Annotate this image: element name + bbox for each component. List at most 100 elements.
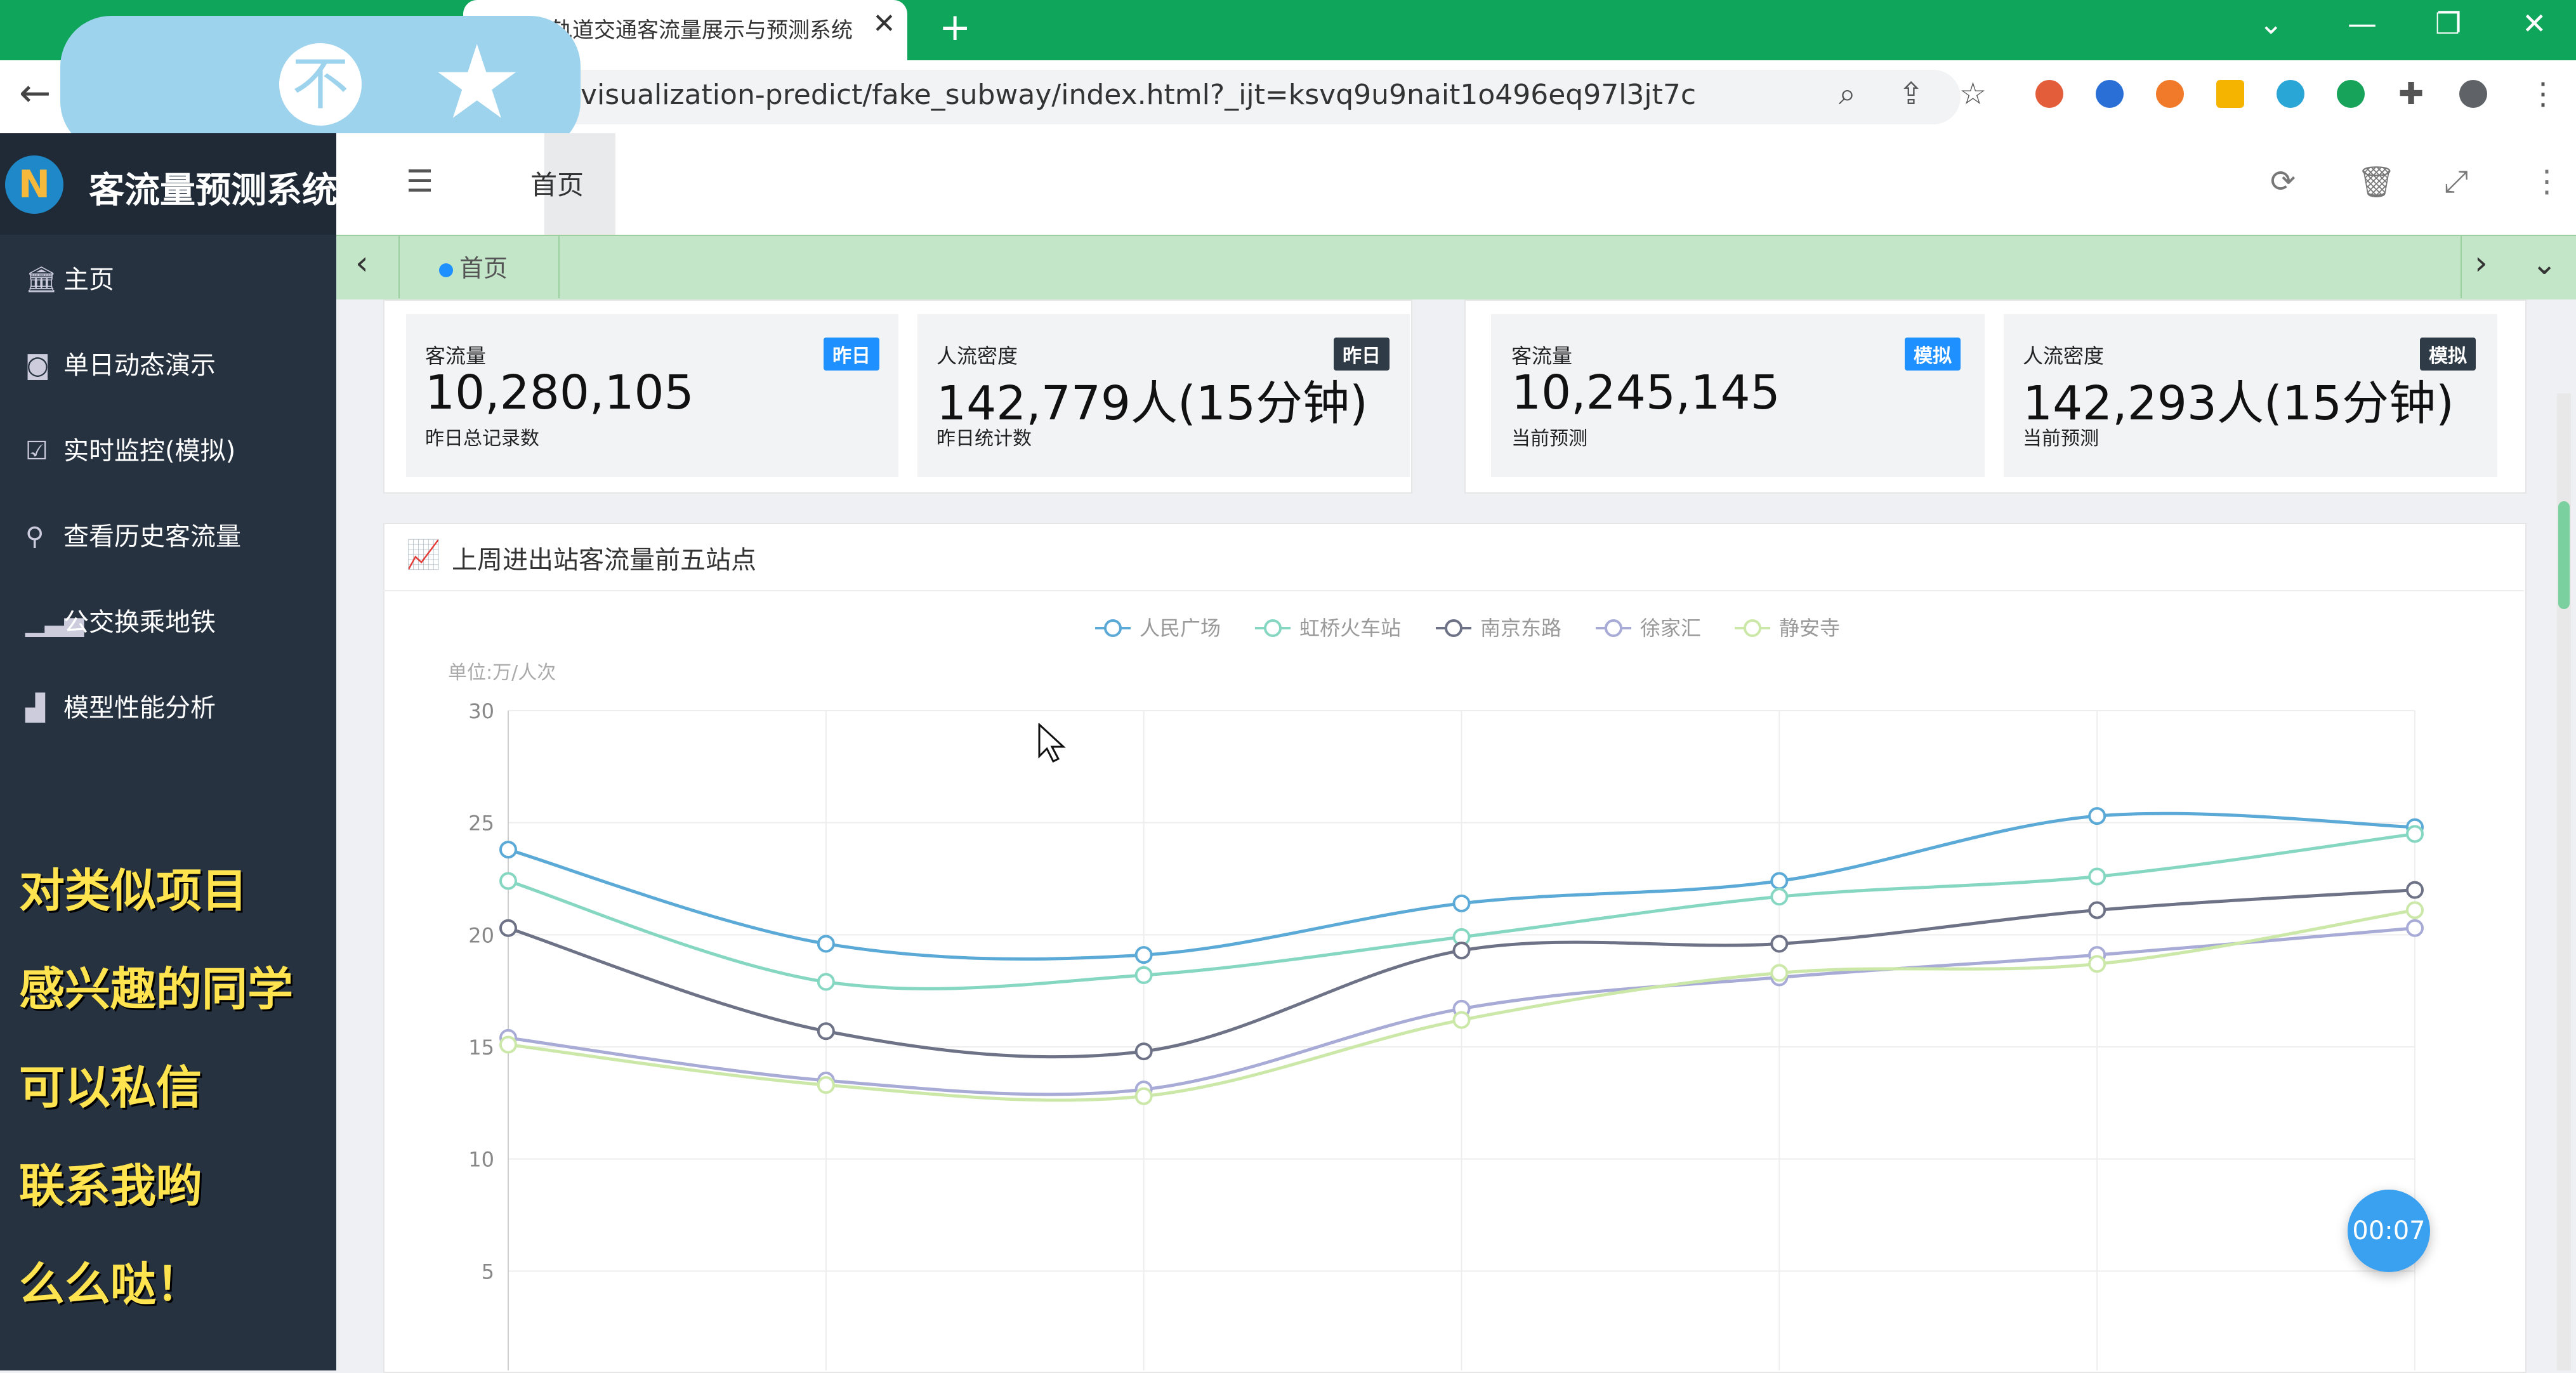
tab-search-icon[interactable]: ⌄ (2259, 6, 2284, 41)
search-icon: ⚲ (25, 522, 44, 551)
new-tab-icon[interactable]: + (939, 5, 971, 49)
data-point (1770, 888, 1789, 906)
bar-chart-icon: ▟ (25, 693, 45, 723)
extension-icon[interactable] (2277, 80, 2304, 108)
minimize-icon[interactable]: — (2348, 6, 2377, 41)
promo-line: 可以私信 (19, 1061, 202, 1114)
stat-card-sub: 昨日统计数 (936, 428, 1032, 450)
overlay-circle-icon[interactable]: 不 (279, 43, 362, 126)
data-point (499, 919, 517, 937)
data-point (1134, 946, 1153, 964)
fullscreen-icon[interactable]: ⤢ (2444, 164, 2468, 200)
data-point (2088, 955, 2106, 973)
sidebar-item-daily-demo[interactable]: ◙ 单日动态演示 (25, 345, 216, 381)
timer-badge[interactable]: 00:07 (2348, 1190, 2430, 1272)
y-axis-label: 单位:万/人次 (448, 662, 556, 684)
sidebar-item-bus-transfer[interactable]: ▁▃▅公交换乘地铁 (25, 601, 216, 638)
data-point (2088, 867, 2106, 886)
more-vertical-icon[interactable]: ⋮ (2532, 164, 2562, 199)
refresh-icon[interactable]: ⟳ (2270, 164, 2296, 199)
scroll-thumb[interactable] (2558, 501, 2570, 609)
header-tab-home-label: 首页 (530, 169, 584, 200)
robot-icon: ◙ (25, 351, 50, 380)
stat-card-value: 10,280,105 (425, 365, 694, 420)
checklist-icon: ☑ (25, 437, 48, 466)
tag-prev-icon[interactable]: ‹ (355, 244, 369, 282)
active-dot-icon (439, 263, 453, 277)
data-point (1134, 966, 1153, 984)
stat-badge: 昨日 (824, 338, 879, 371)
logo-icon: N (5, 155, 63, 214)
promo-line: 感兴趣的同学 (19, 962, 294, 1016)
url-text: visualization-predict/fake_subway/index.… (581, 79, 1697, 111)
mouse-cursor-icon (1038, 723, 1066, 763)
zoom-icon[interactable]: ⌕ (1839, 76, 1856, 112)
bookmark-star-icon[interactable]: ☆ (1959, 76, 1987, 112)
y-tick-label: 5 (482, 1259, 494, 1284)
legend-swatch-marker (1445, 619, 1462, 637)
data-point (2088, 901, 2106, 919)
data-point (499, 1035, 517, 1054)
legend-label: 人民广场 (1140, 616, 1221, 640)
y-tick-label: 15 (468, 1035, 494, 1060)
data-point (1770, 935, 1789, 953)
data-point (1770, 872, 1789, 890)
tag-home[interactable]: 首页 (439, 249, 508, 284)
data-point (2406, 881, 2424, 899)
legend-label: 南京东路 (1480, 616, 1561, 640)
menu-toggle-icon[interactable]: ☰ (406, 164, 433, 199)
stat-card-sub: 当前预测 (1511, 428, 1587, 450)
legend-swatch-marker (1104, 619, 1122, 637)
more-vertical-icon[interactable]: ⋮ (2528, 76, 2558, 112)
legend-swatch-marker (1744, 619, 1761, 637)
legend-label: 虹桥火车站 (1299, 616, 1401, 640)
tab-close-icon[interactable]: ✕ (872, 8, 896, 40)
data-point (817, 935, 835, 953)
promo-line: 么么哒！ (19, 1258, 202, 1311)
stat-card-sub: 昨日总记录数 (425, 428, 539, 450)
data-point (1452, 942, 1471, 960)
stat-card-sub: 当前预测 (2023, 428, 2099, 450)
sidebar-item-history[interactable]: ⚲ 查看历史客流量 (25, 516, 241, 553)
window-close-icon[interactable]: ✕ (2522, 6, 2547, 41)
data-point (817, 1076, 835, 1094)
stat-card-value: 10,245,145 (1511, 365, 1780, 420)
profile-avatar-icon[interactable] (2459, 80, 2487, 108)
extension-icon[interactable] (2216, 80, 2244, 108)
legend-swatch-marker (1264, 619, 1282, 637)
data-point (2088, 807, 2106, 825)
chart-divider (383, 590, 2524, 591)
data-point (1770, 964, 1789, 982)
back-arrow-icon[interactable]: ← (19, 71, 51, 115)
data-point (1452, 894, 1471, 912)
trash-icon[interactable]: 🗑 (2357, 164, 2396, 200)
extension-icon[interactable] (2337, 80, 2365, 108)
promo-line: 对类似项目 (19, 864, 248, 917)
sidebar-item-realtime-monitor[interactable]: ☑ 实时监控(模拟) (25, 430, 235, 467)
data-point (817, 1022, 835, 1041)
legend-label: 静安寺 (1779, 616, 1840, 640)
y-tick-label: 25 (468, 811, 494, 836)
restore-icon[interactable]: ❐ (2435, 6, 2461, 41)
legend-swatch-marker (1605, 619, 1622, 637)
extension-icon[interactable] (2156, 80, 2184, 108)
browser-tab-title: 轨道交通客流量展示与预测系统 (551, 18, 853, 43)
data-point (2406, 901, 2424, 919)
signal-icon: ▁▃▅ (25, 608, 84, 637)
tag-divider (558, 235, 560, 298)
data-point (499, 872, 517, 890)
star-icon[interactable]: ★ (431, 32, 522, 133)
share-icon[interactable]: ⇪ (1898, 76, 1924, 112)
sidebar-item-home[interactable]: 🏛 主页 (25, 259, 114, 296)
extension-icon[interactable] (2096, 80, 2124, 108)
puzzle-icon[interactable]: ✚ (2398, 76, 2424, 112)
tag-next-icon[interactable]: › (2474, 244, 2488, 282)
line-chart-icon: 📈 (406, 539, 441, 571)
app-header (336, 133, 2576, 235)
tag-bar (336, 235, 2576, 301)
extension-icon[interactable] (2035, 80, 2063, 108)
chart-panel-title: 上周进出站客流量前五站点 (452, 546, 756, 575)
chevron-down-icon[interactable]: ⌄ (2532, 246, 2557, 282)
y-tick-label: 20 (468, 923, 494, 947)
sidebar-item-model-analysis[interactable]: ▟ 模型性能分析 (25, 687, 216, 724)
